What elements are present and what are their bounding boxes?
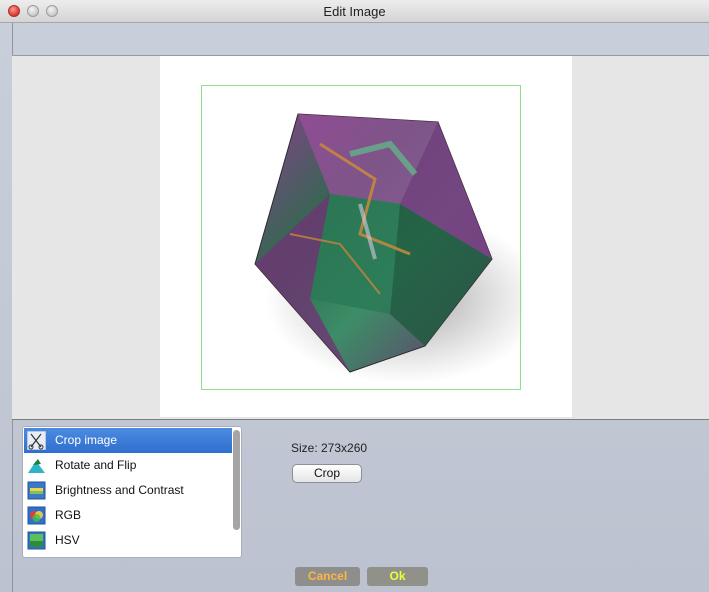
tool-item-hsv[interactable]: HSV xyxy=(24,528,232,553)
tool-item-rotate-and-flip[interactable]: Rotate and Flip xyxy=(24,453,232,478)
tool-item-label: RGB xyxy=(55,508,82,522)
tool-item-label: HSV xyxy=(55,533,80,547)
tool-item-crop-image[interactable]: Crop image xyxy=(24,428,232,453)
crop-selection-rectangle[interactable] xyxy=(201,85,521,390)
crop-button[interactable]: Crop xyxy=(292,464,362,483)
tool-item-brightness-and-contrast[interactable]: Brightness and Contrast xyxy=(24,478,232,503)
window-title: Edit Image xyxy=(323,4,386,19)
rgb-icon xyxy=(27,506,46,525)
title-bar: Edit Image xyxy=(0,0,709,23)
cancel-button[interactable]: Cancel xyxy=(295,567,360,586)
scissors-icon xyxy=(26,430,47,451)
tool-item-rgb[interactable]: RGB xyxy=(24,503,232,528)
tools-list-scrollbar[interactable] xyxy=(232,428,241,556)
tools-list: Crop image Rotate and Flip Brightness an… xyxy=(22,426,242,558)
crop-size-label: Size: 273x260 xyxy=(291,441,368,455)
tool-item-label: Rotate and Flip xyxy=(55,458,137,472)
scrollbar-thumb[interactable] xyxy=(233,430,240,530)
rotate-flip-icon xyxy=(27,456,46,475)
brightness-contrast-icon xyxy=(27,481,46,500)
hsv-icon xyxy=(27,531,46,550)
ok-button[interactable]: Ok xyxy=(367,567,428,586)
tool-item-label: Crop image xyxy=(55,433,118,447)
tool-item-label: Brightness and Contrast xyxy=(55,483,184,497)
